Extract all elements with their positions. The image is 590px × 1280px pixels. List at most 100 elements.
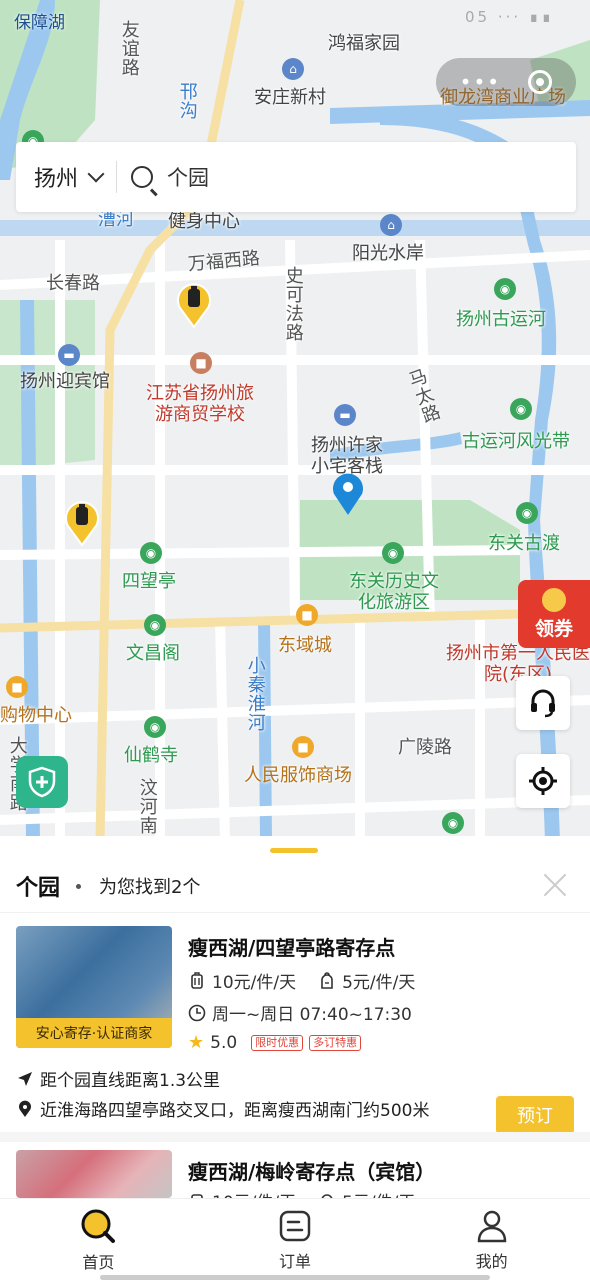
map-view[interactable]: 保障湖 05 ··· ∎∎ 友谊路 鸿福家园 邗沟 安庄新村 御龙湾商业广场 漕… [0, 0, 590, 840]
search-input[interactable]: 个园 [167, 162, 209, 192]
poi-icon: ◉ [382, 542, 404, 564]
poi-icon: ◉ [144, 614, 166, 636]
card-divider [0, 1132, 590, 1142]
address-row: 近淮海路四望亭路交叉口，距离瘦西湖南门约500米 [16, 1096, 429, 1121]
destination-pin-icon [333, 473, 363, 515]
nav-home[interactable]: 首页 [0, 1199, 197, 1280]
nav-orders-label: 订单 [279, 1251, 312, 1271]
poi-icon: ◉ [144, 716, 166, 738]
poi-icon: ■ [6, 676, 28, 698]
map-background [0, 0, 590, 840]
map-label: 漕河 [98, 209, 134, 230]
coupon-label: 领券 [534, 617, 573, 640]
star-icon: ★ [188, 1032, 205, 1053]
orders-icon [279, 1210, 311, 1241]
nav-home-label: 首页 [82, 1252, 115, 1272]
locate-button[interactable] [516, 754, 570, 808]
map-label: 鸿福家园 [328, 33, 400, 54]
map-label: 阳光水岸 [352, 243, 424, 264]
map-label: 史可法路 [282, 266, 304, 342]
map-label: 安庄新村 [254, 87, 326, 108]
nav-mine-label: 我的 [475, 1251, 508, 1271]
poi-icon: ◉ [510, 398, 532, 420]
sheet-title: 个园 [16, 876, 61, 901]
search-divider [116, 161, 118, 193]
map-label: 邗沟 [176, 82, 198, 120]
promo-badge: 多订特惠 [309, 1034, 362, 1051]
search-icon [131, 166, 154, 188]
chevron-down-icon [87, 165, 105, 183]
poi-icon: ◉ [494, 278, 516, 300]
poi-icon: ▬ [334, 404, 356, 426]
close-program-icon[interactable] [528, 70, 553, 94]
map-label: 东域城 [278, 635, 332, 656]
search-bar[interactable]: 扬州 个园 [16, 142, 576, 212]
book-button[interactable]: 预订 [496, 1096, 574, 1134]
nav-mine[interactable]: 我的 [393, 1199, 590, 1280]
separator-dot [76, 883, 82, 889]
poi-icon: ▬ [58, 344, 80, 366]
price-small-bag: 5元/件/天 [342, 973, 416, 993]
map-label: 江苏省扬州旅游商贸学校 [146, 383, 254, 425]
status-bar-right: 05 ··· ∎∎ [464, 8, 554, 26]
sheet-header: 个园 为您找到2个 [16, 868, 574, 904]
mini-program-capsule[interactable]: ••• [436, 58, 576, 106]
map-label: 仙鹤寺 [124, 745, 178, 766]
suitcase-icon [191, 971, 203, 989]
map-label: 四望亭 [122, 571, 176, 592]
map-label: 扬州古运河 [456, 309, 546, 330]
storage-photo [16, 1150, 172, 1198]
storage-card[interactable]: 安心寄存·认证商家 瘦西湖/四望亭路寄存点 10元/件/天 5元/件/天 周一~… [16, 926, 574, 1134]
price-large-bag: 10元/件/天 [212, 973, 297, 993]
map-label: 文昌阁 [126, 643, 180, 664]
clock-icon [188, 1004, 206, 1021]
shield-icon [28, 766, 56, 798]
hours-row: 周一~周日 07:40~17:30 [188, 1000, 412, 1025]
storage-card[interactable]: 瘦西湖/梅岭寄存点（宾馆） 10元/件/天 5元/件/天 [16, 1150, 574, 1200]
rating-value: 5.0 [210, 1032, 238, 1053]
more-icon[interactable]: ••• [460, 70, 501, 94]
storage-photo: 安心寄存·认证商家 [16, 926, 172, 1048]
storage-name: 瘦西湖/四望亭路寄存点 [188, 936, 396, 960]
locate-icon [529, 767, 557, 795]
status-bar-left: 保障湖 [14, 13, 65, 33]
map-label: 健身中心 [168, 211, 240, 232]
poi-icon: ◉ [442, 812, 464, 834]
luggage-pin-icon[interactable] [64, 498, 100, 546]
promo-badge: 限时优惠 [251, 1034, 304, 1051]
map-label: 古运河风光带 [462, 431, 570, 452]
customer-service-button[interactable] [516, 676, 570, 730]
opening-hours: 周一~周日 07:40~17:30 [212, 1005, 412, 1025]
nav-orders[interactable]: 订单 [197, 1199, 394, 1280]
home-indicator[interactable] [100, 1275, 490, 1280]
map-label: 购物中心 [0, 705, 72, 726]
poi-icon: ◉ [516, 502, 538, 524]
insurance-button[interactable] [16, 756, 68, 808]
bottom-nav: 首页 订单 我的 [0, 1198, 590, 1280]
poi-icon: ◉ [140, 542, 162, 564]
result-count: 为您找到2个 [99, 877, 201, 898]
user-icon [477, 1210, 506, 1242]
address-text: 近淮海路四望亭路交叉口，距离瘦西湖南门约500米 [40, 1101, 430, 1121]
coupon-button[interactable]: 领券 [518, 580, 590, 648]
divider [0, 912, 590, 913]
storage-name: 瘦西湖/梅岭寄存点（宾馆） [188, 1160, 436, 1184]
poi-icon: ■ [296, 604, 318, 626]
map-label: 友谊路 [118, 20, 140, 77]
map-label: 长春路 [46, 273, 100, 294]
search-home-icon [81, 1209, 116, 1243]
city-selector[interactable]: 扬州 [16, 161, 105, 193]
poi-icon: ■ [292, 736, 314, 758]
luggage-pin-icon[interactable] [176, 280, 212, 328]
map-label: 小秦淮河 [244, 656, 266, 732]
map-label: 广陵路 [398, 737, 452, 758]
sheet-handle[interactable] [270, 848, 318, 853]
navigation-arrow-icon [18, 1071, 32, 1086]
poi-icon: ⌂ [282, 58, 304, 80]
poi-icon: ⌂ [380, 214, 402, 236]
backpack-icon [321, 971, 333, 989]
close-icon[interactable] [540, 870, 570, 900]
coupon-coin-icon [542, 587, 566, 612]
price-row: 10元/件/天 5元/件/天 [188, 968, 415, 993]
map-label: 扬州迎宾馆 [20, 371, 110, 392]
